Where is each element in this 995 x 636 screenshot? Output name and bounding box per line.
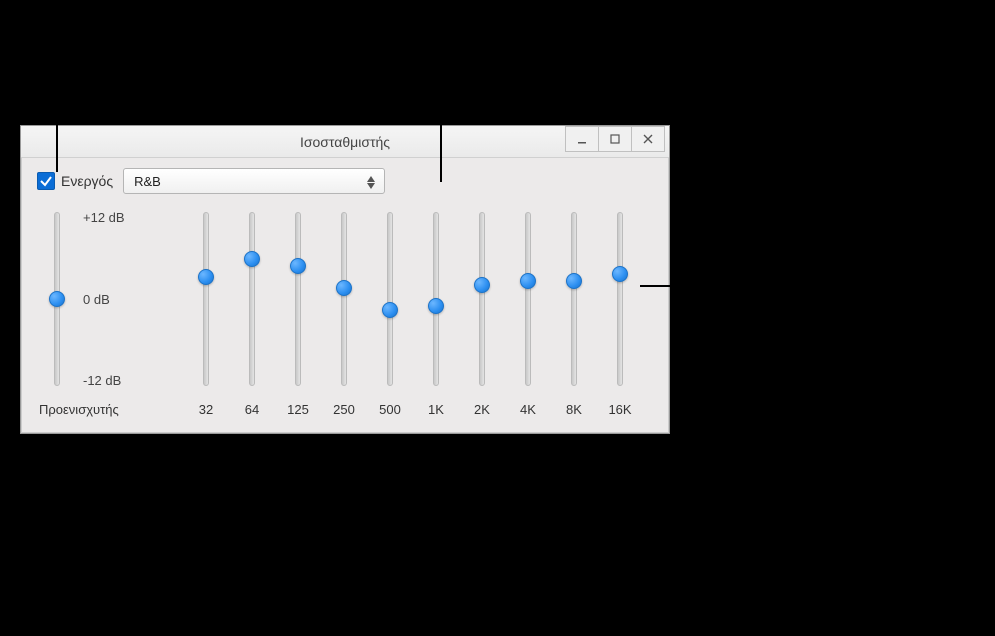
equalizer-window: Ισοσταθμιστής Ενεργός R&B: [20, 125, 670, 434]
titlebar: Ισοσταθμιστής: [21, 126, 669, 158]
band-4K: 4K: [517, 204, 539, 417]
callout-line: [640, 285, 700, 287]
band-slider-32[interactable]: [199, 204, 213, 394]
band-8K: 8K: [563, 204, 585, 417]
maximize-button[interactable]: [598, 126, 632, 152]
db-label-mid: 0 dB: [83, 292, 171, 307]
band-slider-8K[interactable]: [567, 204, 581, 394]
band-label-2K: 2K: [474, 402, 490, 417]
db-label-bottom: -12 dB: [83, 373, 171, 388]
band-250: 250: [333, 204, 355, 417]
window-title: Ισοσταθμιστής: [300, 134, 390, 150]
band-16K: 16K: [609, 204, 631, 417]
minimize-icon: [576, 133, 588, 145]
band-slider-500[interactable]: [383, 204, 397, 394]
band-slider-250[interactable]: [337, 204, 351, 394]
preset-selected-value: R&B: [134, 174, 161, 189]
band-slider-16K[interactable]: [613, 204, 627, 394]
frequency-bands: 32 64 125 250 500 1K 2K 4K 8K 16K: [171, 204, 631, 417]
band-500: 500: [379, 204, 401, 417]
equalizer-area: +12 dB 0 dB -12 dB Προενισχυτής 32 64 125 2…: [21, 198, 669, 433]
preamp-column: +12 dB 0 dB -12 dB Προενισχυτής: [37, 204, 171, 417]
chevron-updown-icon: [362, 171, 380, 193]
band-125: 125: [287, 204, 309, 417]
db-label-top: +12 dB: [83, 210, 171, 225]
preamp-label: Προενισχυτής: [39, 402, 119, 417]
band-label-1K: 1K: [428, 402, 444, 417]
callout-line: [56, 92, 58, 172]
minimize-button[interactable]: [565, 126, 599, 152]
close-button[interactable]: [631, 126, 665, 152]
band-label-4K: 4K: [520, 402, 536, 417]
bands-bracket: [178, 454, 640, 470]
check-icon: [39, 174, 53, 188]
band-64: 64: [241, 204, 263, 417]
enable-checkbox-group: Ενεργός: [37, 172, 113, 190]
band-slider-2K[interactable]: [475, 204, 489, 394]
band-slider-64[interactable]: [245, 204, 259, 394]
band-slider-125[interactable]: [291, 204, 305, 394]
preamp-slider[interactable]: [50, 204, 64, 394]
band-label-32: 32: [199, 402, 213, 417]
band-slider-1K[interactable]: [429, 204, 443, 394]
callout-line: [408, 470, 410, 538]
band-32: 32: [195, 204, 217, 417]
enable-label: Ενεργός: [61, 173, 113, 189]
callout-line: [440, 92, 442, 182]
preset-select[interactable]: R&B: [123, 168, 385, 194]
band-label-250: 250: [333, 402, 355, 417]
band-label-500: 500: [379, 402, 401, 417]
window-controls: [566, 126, 665, 152]
band-2K: 2K: [471, 204, 493, 417]
band-label-125: 125: [287, 402, 309, 417]
db-scale-labels: +12 dB 0 dB -12 dB: [77, 204, 171, 394]
close-icon: [642, 133, 654, 145]
maximize-icon: [609, 133, 621, 145]
band-label-16K: 16K: [608, 402, 631, 417]
band-1K: 1K: [425, 204, 447, 417]
band-label-8K: 8K: [566, 402, 582, 417]
controls-row: Ενεργός R&B: [21, 158, 669, 198]
band-label-64: 64: [245, 402, 259, 417]
enable-checkbox[interactable]: [37, 172, 55, 190]
callout-line: [56, 438, 58, 538]
band-slider-4K[interactable]: [521, 204, 535, 394]
